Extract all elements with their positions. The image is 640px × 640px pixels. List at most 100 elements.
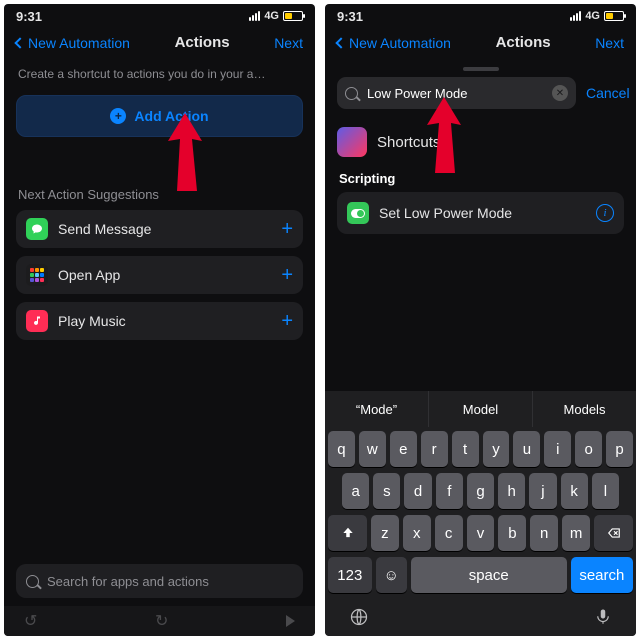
key-t[interactable]: t [452, 431, 479, 467]
hint-text: Create a shortcut to actions you do in y… [18, 67, 301, 81]
nav-bar: New Automation Actions Next [325, 28, 636, 61]
search-key[interactable]: search [571, 557, 633, 593]
key-k[interactable]: k [561, 473, 588, 509]
key-j[interactable]: j [529, 473, 556, 509]
key-g[interactable]: g [467, 473, 494, 509]
back-label: New Automation [28, 35, 130, 51]
toggle-icon [347, 202, 369, 224]
shortcuts-app-row[interactable]: Shortcuts [337, 127, 624, 157]
chevron-left-icon [14, 37, 25, 48]
battery-icon [283, 11, 303, 21]
key-p[interactable]: p [606, 431, 633, 467]
action-row[interactable]: Set Low Power Mode i [337, 192, 624, 234]
message-icon [26, 218, 48, 240]
plus-icon: + [281, 264, 293, 287]
key-o[interactable]: o [575, 431, 602, 467]
search-icon [26, 575, 39, 588]
key-z[interactable]: z [371, 515, 399, 551]
undo-icon[interactable]: ↺ [24, 611, 37, 631]
phone-right: 9:31 4G New Automation Actions Next ✕ [325, 4, 636, 636]
section-header: Scripting [339, 171, 624, 186]
mic-icon[interactable] [594, 607, 612, 632]
search-field[interactable]: Search for apps and actions [16, 564, 303, 598]
signal-icon [249, 11, 260, 21]
clear-icon[interactable]: ✕ [552, 85, 568, 101]
phone-left: 9:31 4G New Automation Actions Next Crea… [4, 4, 315, 636]
prediction-bar: “Mode” Model Models [325, 391, 636, 427]
space-key[interactable]: space [411, 557, 567, 593]
key-v[interactable]: v [467, 515, 495, 551]
suggestion-row[interactable]: Open App + [16, 256, 303, 294]
status-bar: 9:31 4G [4, 4, 315, 28]
search-placeholder: Search for apps and actions [47, 574, 209, 589]
key-b[interactable]: b [498, 515, 526, 551]
status-network: 4G [264, 10, 279, 22]
key-y[interactable]: y [483, 431, 510, 467]
key-x[interactable]: x [403, 515, 431, 551]
key-r[interactable]: r [421, 431, 448, 467]
status-time: 9:31 [16, 9, 42, 24]
suggestion-label: Open App [58, 267, 271, 283]
search-input[interactable] [365, 85, 545, 102]
plus-circle-icon: + [110, 108, 126, 124]
emoji-key[interactable]: ☺ [376, 557, 407, 593]
key-f[interactable]: f [436, 473, 463, 509]
suggestion-label: Play Music [58, 313, 271, 329]
back-button[interactable]: New Automation [16, 35, 130, 51]
status-bar: 9:31 4G [325, 4, 636, 28]
apps-grid-icon [26, 264, 48, 286]
status-time: 9:31 [337, 9, 363, 24]
search-icon [345, 87, 358, 100]
prediction[interactable]: Model [428, 391, 532, 427]
key-m[interactable]: m [562, 515, 590, 551]
shift-key[interactable] [328, 515, 367, 551]
key-l[interactable]: l [592, 473, 619, 509]
plus-icon: + [281, 310, 293, 333]
add-action-label: Add Action [134, 108, 208, 124]
suggestion-label: Send Message [58, 221, 271, 237]
key-c[interactable]: c [435, 515, 463, 551]
back-label: New Automation [349, 35, 451, 51]
cancel-button[interactable]: Cancel [586, 85, 630, 101]
action-label: Set Low Power Mode [379, 205, 586, 221]
key-q[interactable]: q [328, 431, 355, 467]
bottom-toolbar: ↺ ↻ [4, 606, 315, 636]
plus-icon: + [281, 218, 293, 241]
next-button[interactable]: Next [595, 35, 624, 51]
nav-title: Actions [496, 34, 551, 51]
back-button[interactable]: New Automation [337, 35, 451, 51]
key-n[interactable]: n [530, 515, 558, 551]
signal-icon [570, 11, 581, 21]
chevron-left-icon [335, 37, 346, 48]
keyboard: “Mode” Model Models qwertyuiop asdfghjkl… [325, 391, 636, 636]
key-h[interactable]: h [498, 473, 525, 509]
key-u[interactable]: u [513, 431, 540, 467]
suggestion-row[interactable]: Send Message + [16, 210, 303, 248]
key-e[interactable]: e [390, 431, 417, 467]
prediction[interactable]: Models [532, 391, 636, 427]
key-w[interactable]: w [359, 431, 386, 467]
next-button[interactable]: Next [274, 35, 303, 51]
nav-title: Actions [175, 34, 230, 51]
globe-icon[interactable] [349, 607, 369, 632]
shortcuts-label: Shortcuts [377, 134, 440, 151]
nav-bar: New Automation Actions Next [4, 28, 315, 61]
delete-key[interactable] [594, 515, 633, 551]
battery-icon [604, 11, 624, 21]
status-network: 4G [585, 10, 600, 22]
suggestion-row[interactable]: Play Music + [16, 302, 303, 340]
play-icon[interactable] [286, 615, 295, 627]
search-field[interactable]: ✕ [337, 77, 576, 109]
numbers-key[interactable]: 123 [328, 557, 372, 593]
keyboard-toolbar [325, 602, 636, 636]
prediction[interactable]: “Mode” [325, 391, 428, 427]
redo-icon[interactable]: ↻ [155, 611, 168, 631]
key-s[interactable]: s [373, 473, 400, 509]
info-icon[interactable]: i [596, 204, 614, 222]
add-action-button[interactable]: + Add Action [16, 95, 303, 137]
key-a[interactable]: a [342, 473, 369, 509]
music-icon [26, 310, 48, 332]
key-i[interactable]: i [544, 431, 571, 467]
key-d[interactable]: d [404, 473, 431, 509]
shortcuts-icon [337, 127, 367, 157]
